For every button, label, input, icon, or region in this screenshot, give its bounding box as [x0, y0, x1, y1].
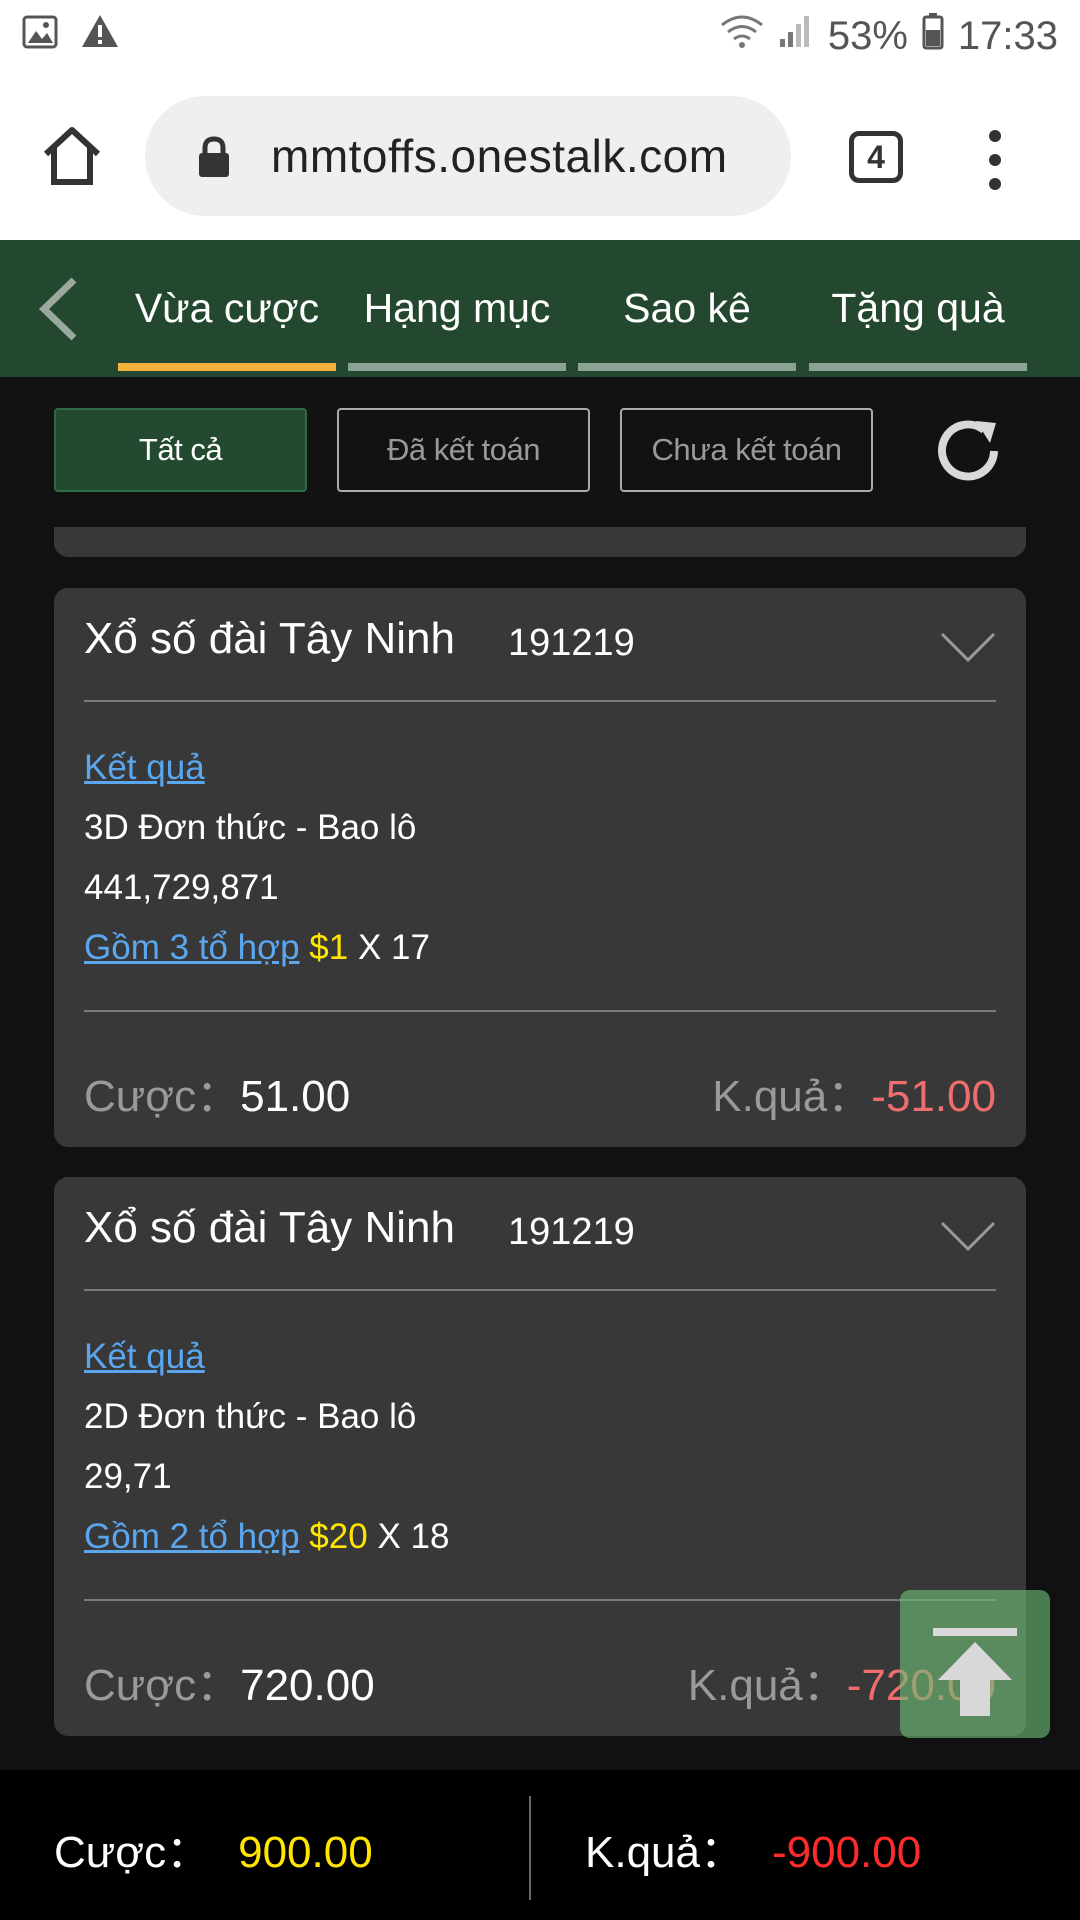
overflow-menu-icon[interactable] — [985, 130, 1005, 190]
lottery-title: Xổ số đài Tây Ninh — [84, 1203, 455, 1252]
combo-link[interactable]: Gồm 2 tổ hợp — [84, 1517, 300, 1556]
result-label: K.quả： — [687, 1661, 847, 1710]
stake-row: Cược：720.00 — [84, 1649, 375, 1713]
signal-icon — [778, 13, 814, 59]
tab-sao-ke[interactable]: Sao kê — [578, 240, 796, 377]
previous-card-bottom — [54, 527, 1026, 557]
filter-unsettled-button[interactable]: Chưa kết toán — [620, 408, 873, 492]
browser-toolbar: mmtoffs.onestalk.com 4 — [0, 72, 1080, 240]
filter-settled-button[interactable]: Đã kết toán — [337, 408, 590, 492]
bottom-summary: Cược： 900.00 K.quả： -900.00 — [0, 1770, 1080, 1920]
bet-amount: $1 — [309, 928, 349, 967]
bet-multiplier: X 17 — [357, 928, 430, 967]
battery-icon — [922, 12, 944, 60]
url-text: mmtoffs.onestalk.com — [271, 130, 728, 182]
tab-label: Sao kê — [623, 285, 751, 331]
lock-icon — [197, 136, 231, 177]
stake-value: 720.00 — [240, 1661, 375, 1710]
draw-code: 191219 — [508, 622, 635, 664]
total-stake-label: Cược： — [54, 1828, 211, 1877]
combo-row: Gồm 3 tổ hợp $1 X 17 — [84, 928, 430, 968]
wifi-icon — [720, 13, 764, 59]
total-stake: Cược： 900.00 — [54, 1816, 373, 1880]
total-result: K.quả： -900.00 — [585, 1816, 921, 1880]
bet-numbers: 441,729,871 — [84, 868, 279, 907]
battery-percent: 53% — [827, 13, 908, 58]
home-icon[interactable] — [40, 124, 104, 188]
result-link[interactable]: Kết quả — [84, 748, 205, 788]
warning-icon — [80, 13, 120, 59]
combo-link[interactable]: Gồm 3 tổ hợp — [84, 928, 300, 967]
refresh-icon[interactable] — [932, 415, 1004, 487]
result-link-text[interactable]: Kết quả — [84, 1337, 205, 1376]
bet-type: 2D Đơn thức - Bao lô — [84, 1397, 417, 1436]
tab-switcher-button[interactable]: 4 — [849, 131, 903, 183]
status-bar: 53% 17:33 — [0, 0, 1080, 72]
bet-type: 3D Đơn thức - Bao lô — [84, 808, 417, 847]
stake-label: Cược： — [84, 1661, 241, 1710]
lottery-title: Xổ số đài Tây Ninh — [84, 614, 455, 663]
scroll-to-top-button[interactable] — [900, 1590, 1050, 1738]
divider — [84, 1289, 996, 1291]
category-nav: Vừa cược Hạng mục Sao kê Tặng quà — [0, 240, 1080, 377]
result-value: -51.00 — [871, 1072, 996, 1121]
filter-all-button[interactable]: Tất cả — [54, 408, 307, 492]
image-notification-icon — [22, 14, 58, 59]
result-link[interactable]: Kết quả — [84, 1337, 205, 1377]
divider — [529, 1796, 531, 1900]
divider — [84, 700, 996, 702]
result-row: K.quả：-51.00 — [712, 1060, 996, 1124]
bet-amount: $20 — [309, 1517, 368, 1556]
bet-card: Xổ số đài Tây Ninh 191219 Kết quả 3D Đơn… — [54, 588, 1026, 1147]
bet-card: Xổ số đài Tây Ninh 191219 Kết quả 2D Đơn… — [54, 1177, 1026, 1736]
tab-label: Tặng quà — [831, 285, 1005, 331]
stake-label: Cược： — [84, 1072, 241, 1121]
stake-row: Cược：51.00 — [84, 1060, 350, 1124]
filter-bar: Tất cả Đã kết toán Chưa kết toán — [0, 377, 1080, 517]
draw-code: 191219 — [508, 1211, 635, 1253]
divider — [84, 1010, 996, 1012]
arrow-up-icon — [933, 1628, 1017, 1716]
chevron-down-icon[interactable] — [940, 1221, 996, 1253]
tab-label: Hạng mục — [363, 285, 551, 331]
combo-row: Gồm 2 tổ hợp $20 X 18 — [84, 1517, 449, 1557]
divider — [84, 1599, 996, 1601]
tab-label: Vừa cược — [134, 285, 320, 331]
total-stake-value: 900.00 — [238, 1828, 373, 1877]
chevron-down-icon[interactable] — [940, 632, 996, 664]
clock: 17:33 — [957, 13, 1058, 58]
tab-vua-cuoc[interactable]: Vừa cược — [118, 240, 336, 377]
tab-hang-muc[interactable]: Hạng mục — [348, 240, 566, 377]
result-label: K.quả： — [712, 1072, 872, 1121]
total-result-value: -900.00 — [771, 1828, 922, 1877]
total-result-label: K.quả： — [585, 1828, 744, 1877]
back-arrow-icon[interactable] — [34, 274, 84, 344]
bet-multiplier: X 18 — [377, 1517, 450, 1556]
stake-value: 51.00 — [240, 1072, 351, 1121]
bet-numbers: 29,71 — [84, 1457, 172, 1496]
result-link-text[interactable]: Kết quả — [84, 748, 205, 787]
address-bar[interactable]: mmtoffs.onestalk.com — [145, 96, 791, 216]
tab-tang-qua[interactable]: Tặng quà — [809, 240, 1027, 377]
